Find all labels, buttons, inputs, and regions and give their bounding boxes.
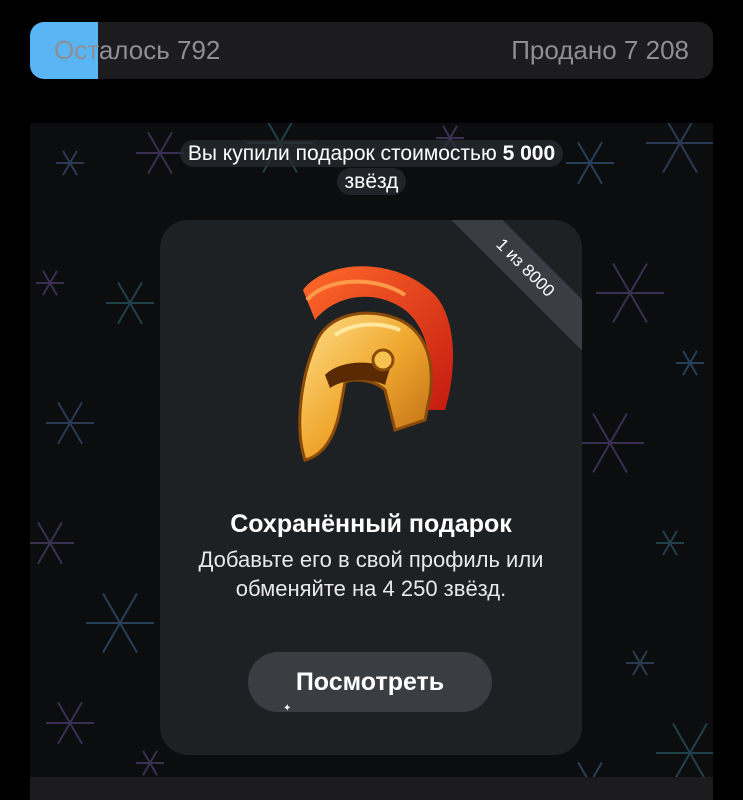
snowflake-icon [656,530,684,556]
bottom-panel [30,777,713,800]
snowflake-icon [36,270,64,296]
purchase-service-message: Вы купили подарок стоимостью 5 000 звёзд [135,140,608,196]
snowflake-icon [676,350,704,376]
service-text: Вы купили подарок стоимостью [187,142,503,165]
service-suffix: звёзд [344,170,399,193]
service-amount: 5 000 [502,142,556,165]
snowflake-icon [596,263,664,323]
sparkle-icon: ✦ [283,703,292,714]
snowflake-icon [46,701,94,745]
snowflake-icon [646,123,713,173]
gift-title: Сохранённый подарок [230,510,512,538]
gift-availability-bar: Осталось 792 Продано 7 208 [30,22,713,79]
sold-count: Продано 7 208 [511,35,689,65]
snowflake-icon [106,281,154,325]
snowflake-icon [46,401,94,445]
snowflake-icon [136,750,164,776]
snowflake-icon [86,593,154,653]
snowflake-icon [626,650,654,676]
spartan-helmet-icon [298,266,454,462]
gift-description: Добавьте его в свой профиль или обменяйт… [198,547,544,601]
snowflake-icon [30,521,74,565]
snowflake-icon [576,413,644,473]
snowflake-icon [56,150,84,176]
gift-card[interactable]: 1 из 8000 Сохранённый подарок Добавьте е… [160,220,582,755]
remaining-count: Осталось 792 [54,35,221,65]
snowflake-icon [656,723,713,783]
